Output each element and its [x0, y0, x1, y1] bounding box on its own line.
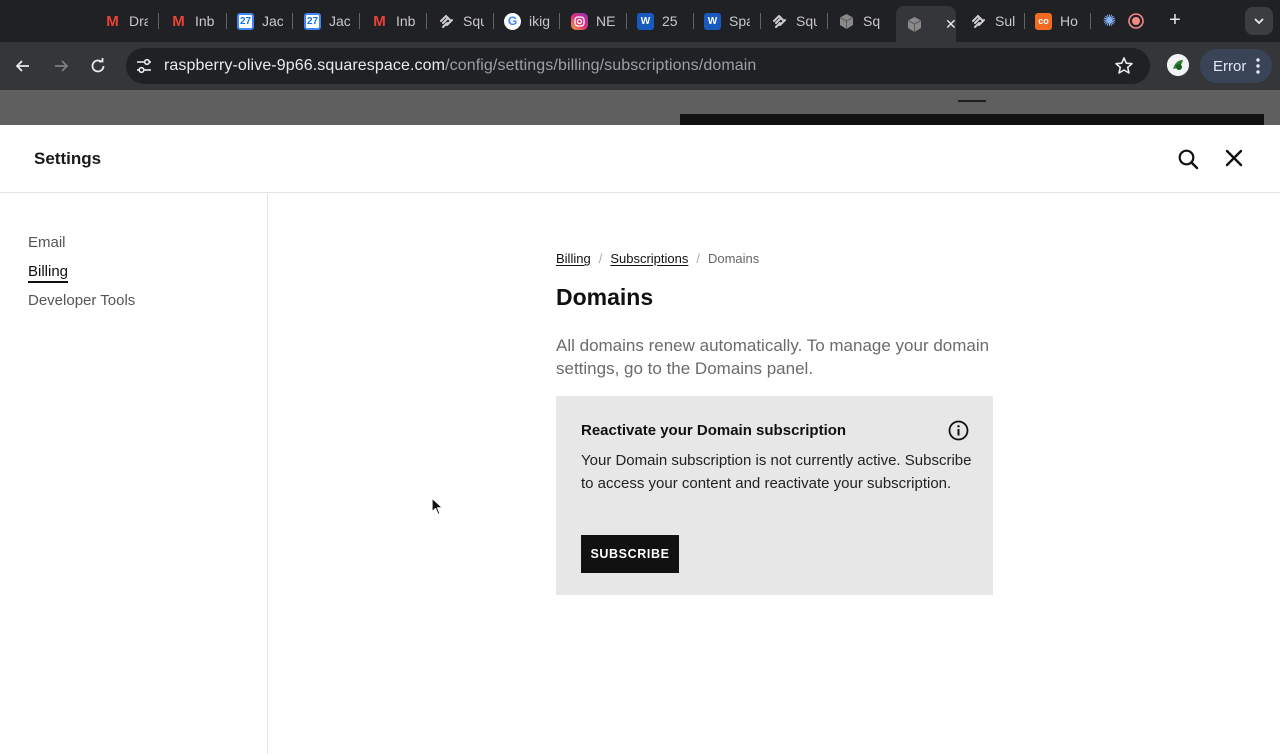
browser-tab[interactable]: Sul	[970, 7, 1016, 35]
browser-tab[interactable]: Squ	[771, 7, 817, 35]
record-icon	[1127, 13, 1144, 30]
tab-close-icon[interactable]: ✕	[945, 16, 956, 33]
reactivate-notice: Reactivate your Domain subscription Your…	[556, 396, 993, 595]
page-title: Domains	[556, 284, 654, 310]
tab-separator	[426, 13, 427, 29]
tab-separator	[760, 13, 761, 29]
backdrop-image	[680, 114, 1264, 125]
site-settings-icon[interactable]	[135, 57, 153, 75]
breadcrumb-billing[interactable]: Billing	[556, 251, 591, 266]
breadcrumb-subscriptions[interactable]: Subscriptions	[610, 251, 688, 266]
tab-separator	[827, 13, 828, 29]
arrow-right-icon	[55, 60, 69, 72]
squarespace-icon	[970, 13, 987, 30]
tab-separator	[226, 13, 227, 29]
gmail-icon: M	[172, 12, 185, 30]
info-icon[interactable]	[948, 420, 969, 441]
browser-tab-active[interactable]: ✕	[896, 6, 956, 42]
browser-tab-strip: M Dra M Inb 27 Jac 27 Jac M Inb Squ G ik…	[0, 0, 1280, 42]
google-calendar-icon: 27	[304, 12, 321, 30]
browser-tab[interactable]: co Ho	[1035, 7, 1081, 35]
browser-tab[interactable]: M Inb	[170, 7, 216, 35]
tab-separator	[1024, 13, 1025, 29]
cube-icon	[906, 16, 923, 33]
browser-tab[interactable]: 27 Jac	[304, 7, 350, 35]
breadcrumb-separator: /	[696, 251, 700, 266]
squarespace-icon	[771, 13, 788, 30]
breadcrumb: Billing / Subscriptions / Domains	[556, 251, 759, 266]
profile-avatar[interactable]	[1167, 54, 1189, 76]
browser-tab[interactable]: W Spa	[704, 7, 750, 35]
settings-header: Settings	[0, 125, 1280, 193]
reload-button[interactable]	[86, 54, 110, 78]
squarespace-icon	[438, 13, 455, 30]
backdrop-menu-line	[958, 100, 986, 102]
notice-title: Reactivate your Domain subscription	[581, 422, 847, 439]
tab-separator	[292, 13, 293, 29]
browser-tab[interactable]: Sq	[838, 7, 884, 35]
tab-separator	[693, 13, 694, 29]
settings-panel: Settings Email Billing Developer Tools B…	[0, 125, 1280, 754]
tab-separator	[559, 13, 560, 29]
browser-tab[interactable]: ✺	[1101, 7, 1119, 35]
mouse-cursor-icon	[431, 497, 444, 516]
browser-tab[interactable]: M Dra	[104, 7, 148, 35]
address-bar[interactable]: raspberry-olive-9p66.squarespace.com/con…	[126, 48, 1150, 84]
new-tab-button[interactable]: +	[1164, 9, 1186, 31]
search-icon[interactable]	[1177, 148, 1199, 170]
settings-sidebar: Email Billing Developer Tools	[0, 194, 268, 754]
page-backdrop	[0, 90, 1280, 125]
reload-icon	[91, 58, 105, 73]
profile-error-chip[interactable]: Error	[1200, 49, 1272, 83]
tab-separator	[158, 13, 159, 29]
page-description: All domains renew automatically. To mana…	[556, 336, 990, 378]
cube-icon	[838, 13, 855, 30]
url-text[interactable]: raspberry-olive-9p66.squarespace.com/con…	[164, 57, 756, 75]
browser-tab[interactable]: G ikig	[504, 7, 550, 35]
gmail-icon: M	[106, 12, 119, 30]
browser-tab[interactable]: W 25	[637, 7, 683, 35]
google-icon: G	[504, 12, 521, 30]
more-vertical-icon[interactable]	[1256, 58, 1260, 74]
chevron-down-icon	[1254, 18, 1264, 25]
breadcrumb-separator: /	[598, 251, 603, 266]
orange-co-icon: co	[1035, 12, 1052, 30]
sidebar-item-billing[interactable]: Billing	[28, 263, 69, 283]
settings-title: Settings	[34, 149, 102, 168]
breadcrumb-domains: Domains	[707, 251, 760, 266]
google-calendar-icon: 27	[237, 12, 254, 30]
tab-separator	[359, 13, 360, 29]
browser-toolbar: raspberry-olive-9p66.squarespace.com/con…	[0, 42, 1280, 90]
word-icon: W	[704, 12, 721, 30]
browser-tab[interactable]	[1127, 7, 1145, 35]
tab-separator	[493, 13, 494, 29]
arrow-left-icon	[15, 60, 29, 72]
bookmark-star-icon[interactable]	[1114, 56, 1134, 76]
subscribe-button[interactable]: SUBSCRIBE	[581, 535, 679, 573]
browser-tab[interactable]: NE	[571, 7, 617, 35]
gmail-icon: M	[373, 12, 386, 30]
instagram-icon	[571, 12, 588, 30]
notice-body: Your Domain subscription is not currentl…	[581, 452, 972, 492]
sidebar-item-developer-tools[interactable]: Developer Tools	[28, 292, 135, 309]
tab-separator	[1090, 13, 1091, 29]
tab-separator	[626, 13, 627, 29]
browser-tab[interactable]: Squ	[438, 7, 484, 35]
sidebar-item-email[interactable]: Email	[28, 234, 66, 251]
word-icon: W	[637, 12, 654, 30]
tab-search-button[interactable]	[1245, 7, 1273, 35]
gear-puzzle-icon: ✺	[1102, 13, 1117, 30]
close-icon[interactable]	[1224, 148, 1244, 168]
forward-button[interactable]	[49, 54, 73, 78]
back-button[interactable]	[11, 54, 35, 78]
browser-tab[interactable]: M Inb	[371, 7, 417, 35]
browser-tab[interactable]: 27 Jac	[237, 7, 283, 35]
